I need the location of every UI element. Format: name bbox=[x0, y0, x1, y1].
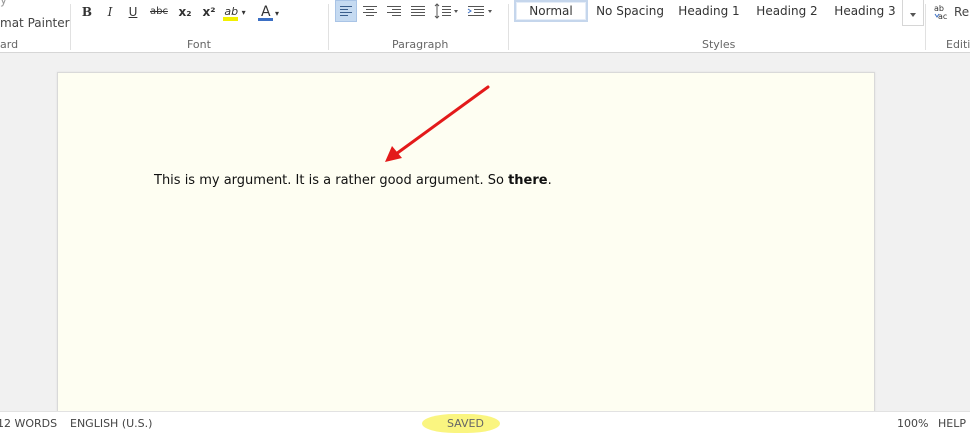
status-bar: 12 WORDS ENGLISH (U.S.) SAVED 100% HELP … bbox=[0, 411, 970, 434]
help-button[interactable]: HELP I bbox=[938, 417, 970, 430]
save-status: SAVED bbox=[447, 417, 484, 430]
zoom-level[interactable]: 100% bbox=[897, 417, 928, 430]
annotation-arrow-overlay bbox=[385, 85, 490, 162]
red-arrow-icon bbox=[385, 85, 490, 162]
language-indicator[interactable]: ENGLISH (U.S.) bbox=[70, 417, 152, 430]
word-count[interactable]: 12 WORDS bbox=[0, 417, 57, 430]
